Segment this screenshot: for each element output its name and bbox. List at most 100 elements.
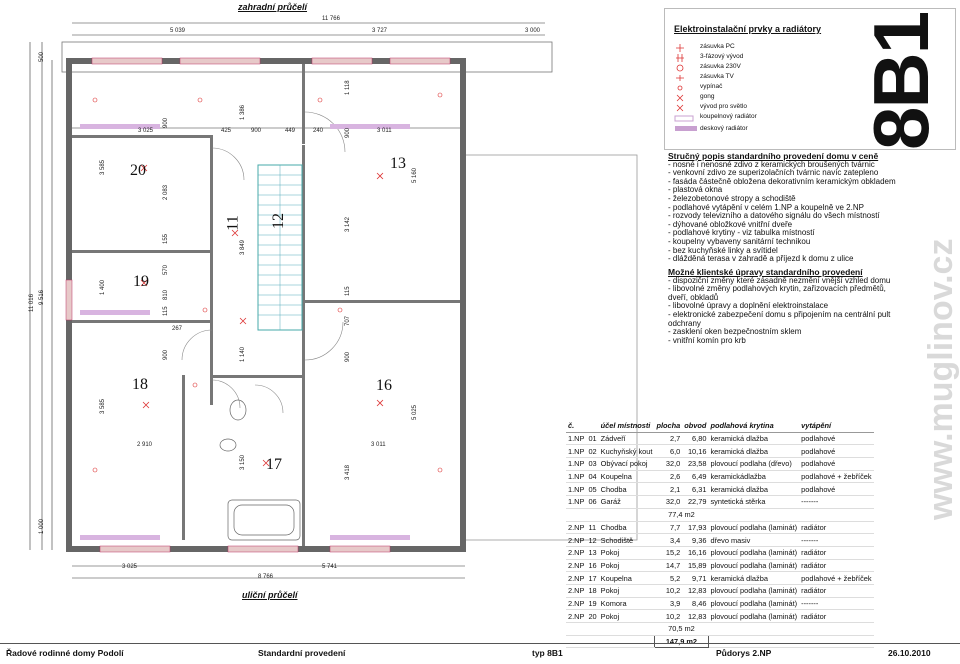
rows-2np: 2.NP 11 Chodba 7,7 17,93 plovoucí podlaha (la… [566, 521, 874, 623]
legend-item-switch: vypínač [700, 83, 723, 90]
dim-v-3585b: 3 585 [100, 398, 106, 414]
table-cell: 11 [586, 521, 599, 535]
dim-v-900b: 900 [163, 349, 169, 360]
table-cell: 10,16 [682, 444, 709, 459]
room-label-16: 16 [376, 377, 392, 394]
table-cell: 2.NP [566, 533, 587, 547]
dim-v-115a: 115 [163, 306, 169, 316]
dim-top-1: 5 039 [170, 28, 186, 34]
dim-v-900c: 900 [345, 127, 351, 138]
dim-v-1118: 1 118 [345, 80, 351, 95]
dim-v-1000: 1 000 [39, 518, 45, 534]
table-cell: 16 [586, 559, 599, 573]
table-cell: 6,31 [682, 482, 709, 497]
table-cell: plovoucí podlaha (dřevo) [708, 457, 800, 471]
dim-bottom-3: 5 741 [322, 564, 338, 570]
legend-title: Elektroinstalační prvky a radiátory [674, 24, 822, 34]
table-cell: 2.NP [566, 584, 587, 598]
table-cell: 12,83 [682, 609, 709, 623]
table-cell: 02 [586, 444, 599, 459]
table-cell: radiátor [799, 546, 874, 560]
table-cell: 16,16 [682, 546, 709, 560]
table-cell: ------- [799, 597, 874, 611]
table-row: 2.NP 20 Pokoj 10,2 12,83 plovoucí podlaha (la… [566, 609, 874, 623]
table-row: 2.NP 17 Koupelna 5,2 9,71 keramická dlažba pod… [566, 571, 874, 585]
table-cell: Schodiště [598, 533, 655, 547]
table-cell: podlahové [799, 444, 874, 459]
table-cell: plovoucí podlaha (laminát) [708, 559, 800, 573]
table-cell: 32,0 [654, 457, 683, 471]
client-options: Možné klientské úpravy standardního prov… [668, 268, 938, 345]
table-cell: 5,2 [654, 571, 683, 585]
table-cell: 01 [586, 432, 599, 446]
table-cell: dřevo masiv [708, 533, 800, 547]
option-line: - elektronické zabezpečení domu s připoj… [668, 309, 891, 319]
table-cell: plovoucí podlaha (laminát) [708, 521, 800, 535]
table-cell: podlahové [799, 432, 874, 446]
pc-socket-icon [676, 44, 684, 52]
table-cell: 6,80 [682, 432, 709, 446]
dim-v-1140: 1 140 [240, 346, 246, 362]
switch-icon [677, 85, 683, 91]
dim-mid-6: 240 [313, 128, 324, 134]
option-line: - vnitřní komín pro krb [668, 335, 746, 345]
table-cell: 10,2 [654, 584, 683, 598]
dimension-lines [29, 22, 545, 579]
table-cell: 15,2 [654, 546, 683, 560]
table-cell: 8,46 [682, 597, 709, 611]
dim-v-3150: 3 150 [240, 454, 246, 470]
table-cell: 7,7 [654, 521, 683, 535]
footer-project: Řadové rodinné domy Podolí [6, 648, 124, 658]
table-cell: Kuchyňský kout [598, 444, 655, 459]
street-facade-label: uliční průčelí [242, 590, 298, 600]
table-row: 2.NP 12 Schodiště 3,4 9,36 dřevo masiv ------- [566, 533, 874, 547]
table-cell: 1.NP [566, 495, 587, 509]
three-phase-icon [676, 54, 684, 62]
table-cell: 13 [586, 546, 599, 560]
table-cell: 2.NP [566, 597, 587, 611]
table-cell: podlahové [799, 482, 874, 497]
balcony-outline [61, 41, 553, 73]
dim-v-900d: 900 [345, 351, 351, 362]
table-cell: podlahové + žebříček [799, 571, 874, 585]
type-badge: 8B1 [857, 12, 945, 150]
footer-type: typ 8B1 [532, 648, 563, 658]
dim-v-810: 810 [163, 289, 169, 300]
dim-inner-4: 267 [172, 326, 183, 332]
room-label-20: 20 [130, 162, 146, 179]
subtotal-row: 77,4 m2 [566, 508, 874, 522]
table-cell: Pokoj [598, 559, 655, 573]
bathroom-fixtures [219, 399, 301, 541]
staircase [257, 164, 303, 331]
legend-item-panel-radiator: deskový radiátor [700, 125, 748, 132]
dim-inner-3: 3 011 [371, 442, 386, 448]
table-cell: 2,7 [654, 432, 683, 446]
dim-v-115b: 115 [345, 286, 351, 296]
table-cell: 12 [586, 533, 599, 547]
dim-v-3142: 3 142 [345, 216, 351, 232]
dim-v-900a: 900 [163, 117, 169, 128]
description-line: - dlážděná terasa v zahradě a příjezd k … [668, 254, 854, 264]
legend-item-bath-radiator: koupelnový radiátor [700, 113, 757, 120]
table-cell: 06 [586, 495, 599, 509]
table-cell: 17,93 [682, 521, 709, 535]
table-cell: 2,6 [654, 470, 683, 484]
dim-bottom-1: 3 025 [122, 564, 138, 570]
legend-item-3phase: 3-fázový vývod [700, 53, 744, 60]
table-cell: Chodba [598, 482, 655, 497]
table-cell: Pokoj [598, 584, 655, 598]
table-cell: 22,79 [682, 495, 709, 509]
gong-icon [676, 94, 684, 102]
table-cell: radiátor [799, 521, 874, 535]
table-cell: Koupelna [598, 571, 655, 585]
table-cell: 1.NP [566, 444, 587, 459]
room-table: č. účel místnosti plocha obvod podlahová… [566, 420, 874, 649]
table-row: 1.NP 06 Garáž 32,0 22,79 syntetická stěrka ---… [566, 495, 874, 509]
dim-top-2: 3 727 [372, 28, 388, 34]
table-cell: radiátor [799, 609, 874, 623]
table-cell: 04 [586, 470, 599, 484]
table-cell: 17 [586, 571, 599, 585]
table-row: 2.NP 11 Chodba 7,7 17,93 plovoucí podlaha (la… [566, 521, 874, 535]
table-row: 2.NP 18 Pokoj 10,2 12,83 plovoucí podlaha (la… [566, 584, 874, 598]
table-row: 1.NP 05 Chodba 2,1 6,31 keramická dlažba podla… [566, 482, 874, 497]
